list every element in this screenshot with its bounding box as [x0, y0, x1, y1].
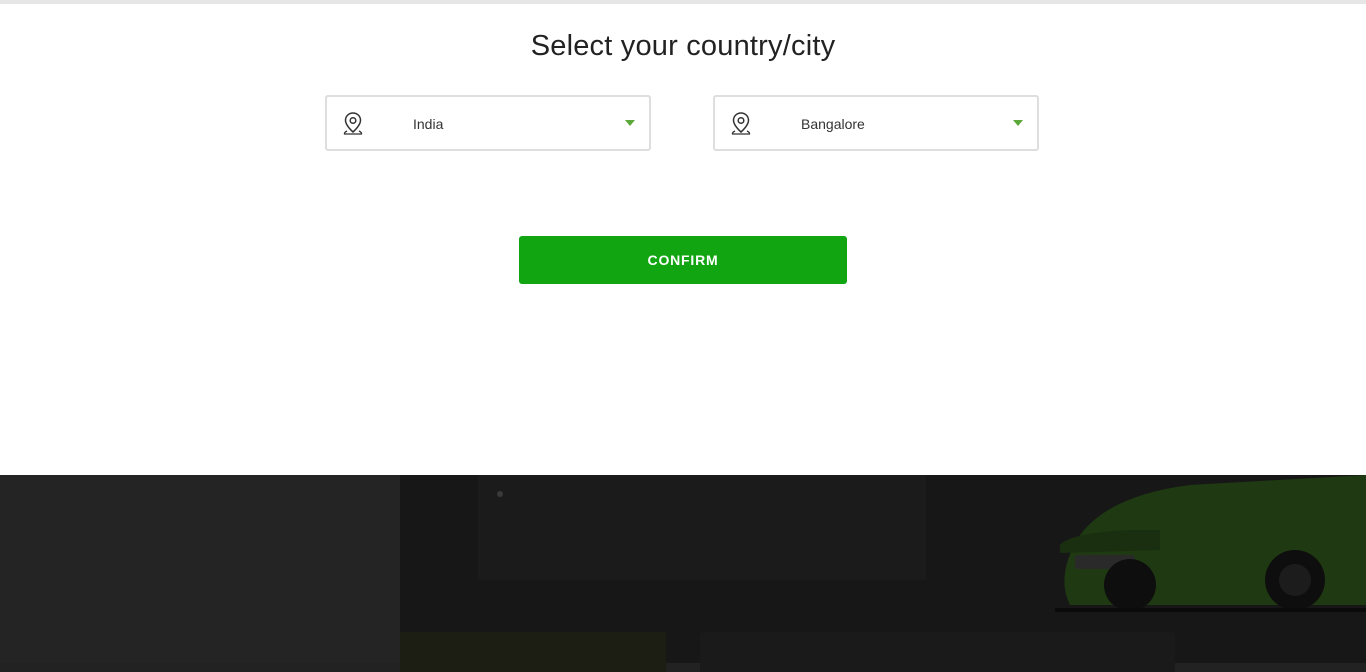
background-bullet: [497, 491, 503, 497]
city-select[interactable]: Bangalore: [713, 95, 1039, 151]
background-card: [478, 475, 926, 580]
chevron-down-icon: [1013, 120, 1023, 126]
car-illustration: [1055, 475, 1366, 612]
map-pin-icon: [731, 112, 751, 135]
background-panel: [400, 632, 666, 672]
confirm-button[interactable]: CONFIRM: [519, 236, 847, 284]
city-value: Bangalore: [801, 116, 865, 132]
chevron-down-icon: [625, 120, 635, 126]
country-value: India: [413, 116, 444, 132]
map-pin-icon: [343, 112, 363, 135]
background-page: [0, 475, 1366, 672]
background-left-panel: [0, 475, 400, 663]
country-select[interactable]: India: [325, 95, 651, 151]
modal-title: Select your country/city: [530, 30, 836, 62]
background-panel: [700, 632, 1175, 672]
location-modal: Select your country/city India Bangalore…: [0, 0, 1366, 475]
